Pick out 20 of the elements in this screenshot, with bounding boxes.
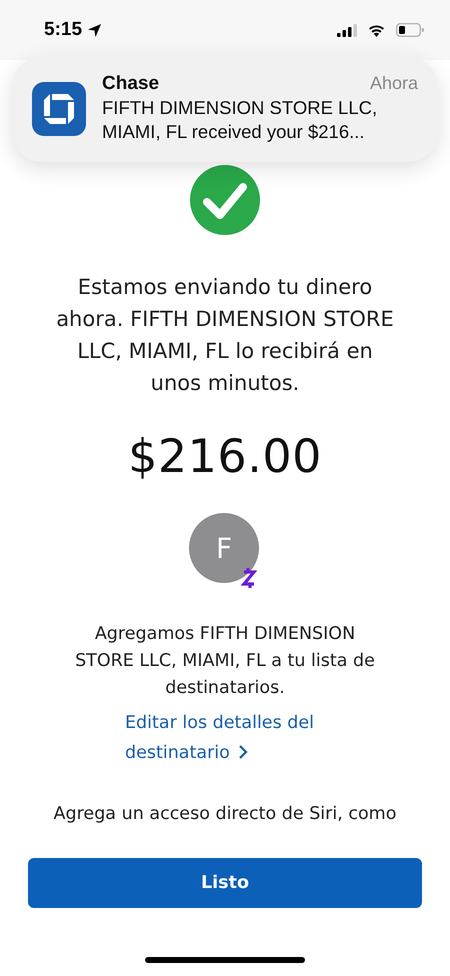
wifi-icon bbox=[367, 23, 386, 37]
siri-shortcut-text: Agrega un acceso directo de Siri, como bbox=[54, 803, 396, 826]
edit-recipient-link[interactable]: Editar los detalles del destinatario bbox=[125, 708, 365, 768]
confirmation-message: Estamos enviando tu dinero ahora. FIFTH DIMENSION STORE LLC, MIAMI, FL lo recibirá en unos minutos. bbox=[55, 274, 395, 397]
location-arrow-icon bbox=[87, 22, 102, 38]
app-logo-icon bbox=[32, 82, 86, 136]
payment-amount: $216.00 bbox=[128, 429, 322, 483]
zelle-badge-icon bbox=[241, 567, 257, 589]
signal-icon bbox=[337, 24, 357, 36]
notification-banner[interactable]: Chase Ahora FIFTH DIMENSION STORE LLC, MIAMI, FL received your $216... bbox=[12, 57, 438, 162]
done-button[interactable]: Listo bbox=[28, 858, 422, 908]
chevron-right-icon bbox=[238, 744, 248, 760]
notification-message: FIFTH DIMENSION STORE LLC, MIAMI, FL received your $216... bbox=[102, 96, 378, 144]
notification-app-name: Chase bbox=[102, 73, 160, 95]
success-check-icon bbox=[190, 165, 260, 235]
notification-time: Ahora bbox=[370, 73, 418, 94]
recipient-added-message: Agregamos FIFTH DIMENSION STORE LLC, MIAMI, FL a tu lista de destinatarios. bbox=[75, 623, 375, 700]
status-time: 5:15 bbox=[44, 19, 82, 41]
recipient-avatar: F bbox=[189, 513, 259, 583]
battery-icon bbox=[396, 23, 424, 37]
